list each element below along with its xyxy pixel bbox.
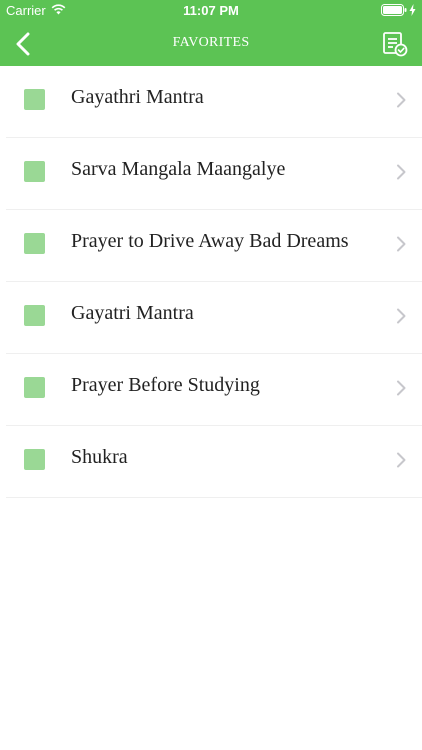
favorites-list-button[interactable] (382, 31, 408, 57)
chevron-right-icon (397, 236, 406, 252)
favorite-label: Sarva Mangala Maangalye (71, 158, 286, 180)
chevron-right-icon (397, 380, 406, 396)
favorites-list-icon (383, 32, 408, 57)
favorite-label: Gayatri Mantra (71, 302, 194, 324)
charging-icon (409, 4, 416, 19)
favorite-swatch (24, 449, 45, 470)
favorite-row[interactable]: Gayathri Mantra (6, 66, 422, 138)
battery-group (381, 4, 416, 19)
favorite-row[interactable]: Prayer Before Studying (6, 354, 422, 426)
clock: 11:07 PM (183, 3, 239, 18)
favorite-swatch (24, 233, 45, 254)
favorite-label: Prayer to Drive Away Bad Dreams (71, 230, 349, 252)
page-title: FAVORITES (172, 35, 250, 50)
favorite-row[interactable]: Sarva Mangala Maangalye (6, 138, 422, 210)
chevron-right-icon (397, 92, 406, 108)
status-bar: Carrier 11:07 PM (0, 0, 422, 22)
favorite-swatch (24, 161, 45, 182)
favorites-list: Gayathri Mantra Sarva Mangala Maangalye … (0, 66, 422, 498)
chevron-right-icon (397, 164, 406, 180)
favorite-label: Shukra (71, 446, 128, 468)
favorite-label: Gayathri Mantra (71, 86, 204, 108)
favorite-swatch (24, 89, 45, 110)
navigation-bar: FAVORITES (0, 22, 422, 66)
favorite-label: Prayer Before Studying (71, 374, 260, 396)
chevron-right-icon (397, 308, 406, 324)
chevron-right-icon (397, 452, 406, 468)
favorite-row[interactable]: Gayatri Mantra (6, 282, 422, 354)
favorite-swatch (24, 377, 45, 398)
battery-icon (381, 4, 407, 19)
favorite-row[interactable]: Prayer to Drive Away Bad Dreams (6, 210, 422, 282)
favorite-row[interactable]: Shukra (6, 426, 422, 498)
favorite-swatch (24, 305, 45, 326)
